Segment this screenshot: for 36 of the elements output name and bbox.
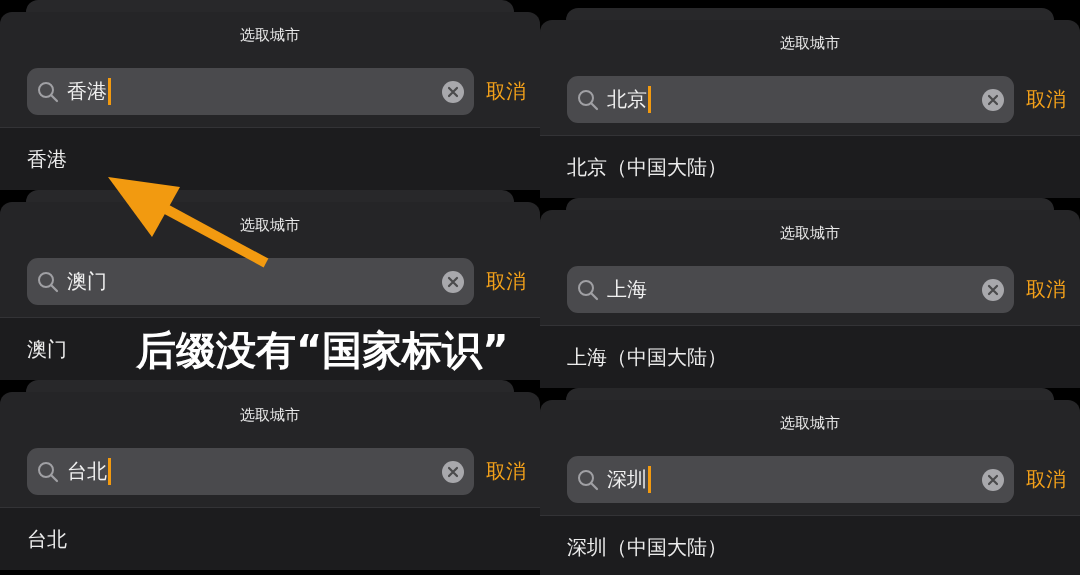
search-icon (37, 270, 59, 293)
annotation-text: 后缀没有“国家标识” (136, 328, 509, 372)
result-row[interactable]: 香港 (0, 128, 540, 190)
search-field[interactable]: 台北 (27, 448, 474, 495)
search-icon (577, 88, 599, 111)
search-icon (37, 460, 59, 483)
clear-button[interactable] (442, 270, 464, 293)
sheet-title: 选取城市 (239, 214, 301, 236)
search-icon (577, 468, 599, 491)
result-row[interactable]: 北京（中国大陆） (540, 136, 1080, 198)
sheet-title: 选取城市 (779, 222, 841, 244)
result-row[interactable]: 台北 (0, 508, 540, 570)
search-field[interactable]: 澳门 (27, 258, 474, 305)
search-field[interactable]: 北京 (567, 76, 1014, 123)
sheet-title: 选取城市 (239, 24, 301, 46)
search-field[interactable]: 香港 (27, 68, 474, 115)
search-icon (577, 278, 599, 301)
clear-button[interactable] (982, 278, 1004, 301)
clear-button[interactable] (982, 468, 1004, 491)
sheet-title: 选取城市 (779, 32, 841, 54)
cancel-button[interactable]: 取消 (486, 268, 526, 295)
cancel-button[interactable]: 取消 (486, 458, 526, 485)
search-field[interactable]: 上海 (567, 266, 1014, 313)
cancel-button[interactable]: 取消 (486, 78, 526, 105)
search-icon (37, 80, 59, 103)
clear-button[interactable] (442, 460, 464, 483)
cancel-button[interactable]: 取消 (1026, 466, 1066, 493)
result-row[interactable]: 深圳（中国大陆） (540, 516, 1080, 575)
clear-button[interactable] (982, 88, 1004, 111)
search-field[interactable]: 深圳 (567, 456, 1014, 503)
result-row[interactable]: 上海（中国大陆） (540, 326, 1080, 388)
cancel-button[interactable]: 取消 (1026, 86, 1066, 113)
sheet-title: 选取城市 (779, 412, 841, 434)
sheet-title: 选取城市 (239, 404, 301, 426)
clear-button[interactable] (442, 80, 464, 103)
cancel-button[interactable]: 取消 (1026, 276, 1066, 303)
